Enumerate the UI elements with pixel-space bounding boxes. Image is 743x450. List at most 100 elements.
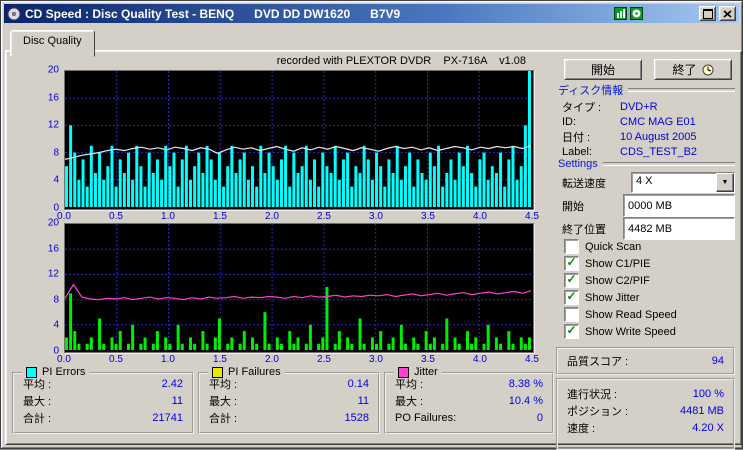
pi-failures-max-value: 11: [358, 395, 369, 407]
checkbox-checked[interactable]: ✓: [564, 256, 579, 271]
checkbox-label: Show Read Speed: [585, 309, 677, 321]
close-button[interactable]: [719, 6, 736, 21]
x-axis-tick-label: 4.0: [473, 211, 487, 222]
checkbox-show-jitter[interactable]: ✓Show Jitter: [564, 291, 677, 304]
divider: [628, 88, 735, 92]
chevron-down-icon[interactable]: ▼: [716, 173, 734, 192]
green-chart-icon[interactable]: [614, 7, 627, 20]
start-button[interactable]: 開始: [564, 59, 642, 80]
x-axis-tick-label: 4.0: [473, 354, 487, 365]
disc-id-row: ID:CMC MAG E01: [562, 114, 735, 129]
disc-date-row: 日付 :10 August 2005: [562, 129, 735, 144]
checkbox-label: Show C1/PIE: [585, 258, 650, 270]
quality-score-box: 品質スコア : 94: [556, 347, 735, 375]
pi-failures-max-row: 最大 :11: [200, 393, 378, 408]
x-axis-tick-label: 2.5: [317, 211, 331, 222]
pi-errors-stats-box: PI Errors 平均 :2.42 最大 :11 合計 :21741: [12, 372, 194, 434]
transfer-speed-select[interactable]: 4 X ▼: [631, 172, 735, 193]
y-axis-tick-label: 8: [53, 147, 59, 158]
y-axis-tick-label: 12: [48, 269, 59, 280]
tab-disc-quality[interactable]: Disc Quality: [10, 30, 95, 57]
x-axis-tick-label: 0.5: [109, 211, 123, 222]
checkbox-show-read-speed[interactable]: Show Read Speed: [564, 308, 677, 321]
end-position-input[interactable]: [623, 217, 735, 240]
checkbox-quick-scan[interactable]: Quick Scan: [564, 240, 677, 253]
title-bar[interactable]: CD Speed : Disc Quality Test - BENQ DVD …: [4, 4, 739, 23]
x-axis-tick-label: 1.5: [213, 354, 227, 365]
disc-type-value: DVD+R: [620, 101, 658, 113]
y-axis-tick-label: 12: [48, 120, 59, 131]
pi-errors-max-value: 11: [172, 395, 183, 407]
pi-failures-average-value: 0.14: [348, 378, 369, 390]
pi-failures-total-row: 合計 :1528: [200, 410, 378, 425]
x-axis-tick-label: 3.0: [369, 354, 383, 365]
pi-failures-x-axis: 0.00.51.01.52.02.53.03.54.04.5: [64, 354, 532, 366]
maximize-button[interactable]: [699, 6, 716, 21]
jitter-legend-swatch: [398, 367, 409, 378]
checkbox-checked[interactable]: ✓: [564, 324, 579, 339]
settings-section-header: Settings: [558, 158, 735, 170]
disc-info-section-header: ディスク情報: [558, 84, 735, 96]
transfer-speed-value: 4 X: [632, 173, 716, 192]
pi-errors-total-row: 合計 :21741: [14, 410, 192, 425]
pi-errors-stats-title: PI Errors: [42, 366, 85, 378]
x-axis-tick-label: 2.5: [317, 354, 331, 365]
po-failures-row: PO Failures:0: [386, 410, 552, 425]
checkbox-checked[interactable]: ✓: [564, 273, 579, 288]
recorded-with-label: recorded with PLEXTOR DVDR PX-716A v1.08: [64, 55, 526, 67]
checkbox-show-c2-pif[interactable]: ✓ Show C2/PIF: [564, 274, 677, 287]
pi-errors-average-value: 2.42: [162, 378, 183, 390]
start-position-input[interactable]: [623, 194, 735, 217]
checkbox-show-write-speed[interactable]: ✓ Show Write Speed: [564, 325, 677, 338]
pi-failures-stats-title: PI Failures: [228, 366, 281, 378]
jitter-stats-box: Jitter 平均 :8.38 % 最大 :10.4 % PO Failures…: [384, 372, 554, 434]
y-axis-tick-label: 20: [48, 218, 59, 229]
checkbox-show-c1-pie[interactable]: ✓ Show C1/PIE: [564, 257, 677, 270]
right-panel: 開始 終了 ディスク情報 タイプ :DVD+R ID:CMC MAG E01 日…: [554, 51, 737, 444]
maximize-icon: [703, 9, 713, 19]
pi-errors-average-row: 平均 :2.42: [14, 376, 192, 391]
x-axis-tick-label: 3.0: [369, 211, 383, 222]
checkbox-label: Quick Scan: [585, 241, 641, 253]
speed-row: 速度 :4.20 X: [567, 419, 724, 436]
window-title: CD Speed : Disc Quality Test - BENQ DVD …: [25, 7, 610, 21]
x-axis-tick-label: 4.5: [525, 211, 539, 222]
disc-id-value: CMC MAG E01: [620, 116, 696, 128]
checkbox-unchecked[interactable]: [564, 239, 579, 254]
green-disc-icon[interactable]: [630, 7, 643, 20]
pi-errors-max-row: 最大 :11: [14, 393, 192, 408]
jitter-average-value: 8.38 %: [509, 378, 543, 390]
progress-value: 100 %: [693, 388, 724, 400]
cd-disc-app-icon: [7, 7, 21, 21]
x-axis-tick-label: 1.5: [213, 211, 227, 222]
pi-failures-y-axis: 201612840: [34, 223, 62, 351]
pi-errors-y-axis: 201612840: [34, 70, 62, 208]
position-row: ポジション :4481 MB: [567, 402, 724, 419]
disc-label-value: CDS_TEST_B2: [620, 146, 697, 158]
checkbox-label: Show C2/PIF: [585, 275, 650, 287]
pi-failures-chart: [64, 223, 534, 353]
disc-type-row: タイプ :DVD+R: [562, 99, 735, 114]
x-axis-tick-label: 0.0: [57, 354, 71, 365]
checkbox-checked[interactable]: ✓: [564, 290, 579, 305]
pi-errors-plot-svg: [65, 71, 531, 207]
pi-errors-chart: [64, 70, 534, 210]
x-axis-tick-label: 4.5: [525, 354, 539, 365]
y-axis-tick-label: 4: [53, 320, 59, 331]
po-failures-value: 0: [537, 412, 543, 424]
divider: [603, 162, 735, 166]
y-axis-tick-label: 16: [48, 243, 59, 254]
pi-failures-total-value: 1528: [345, 412, 369, 424]
pi-errors-x-axis: 0.00.51.01.52.02.53.03.54.04.5: [64, 211, 532, 223]
exit-button[interactable]: 終了: [654, 59, 732, 80]
x-axis-tick-label: 0.0: [57, 211, 71, 222]
jitter-max-row: 最大 :10.4 %: [386, 393, 552, 408]
pi-errors-legend-swatch: [26, 367, 37, 378]
y-axis-tick-label: 20: [48, 65, 59, 76]
checkbox-label: Show Write Speed: [585, 326, 676, 338]
pi-failures-plot-svg: [65, 224, 531, 350]
x-axis-tick-label: 3.5: [421, 354, 435, 365]
main-panel: recorded with PLEXTOR DVDR PX-716A v1.08…: [5, 50, 742, 445]
checkbox-unchecked[interactable]: [564, 307, 579, 322]
jitter-stats-title: Jitter: [414, 366, 438, 378]
